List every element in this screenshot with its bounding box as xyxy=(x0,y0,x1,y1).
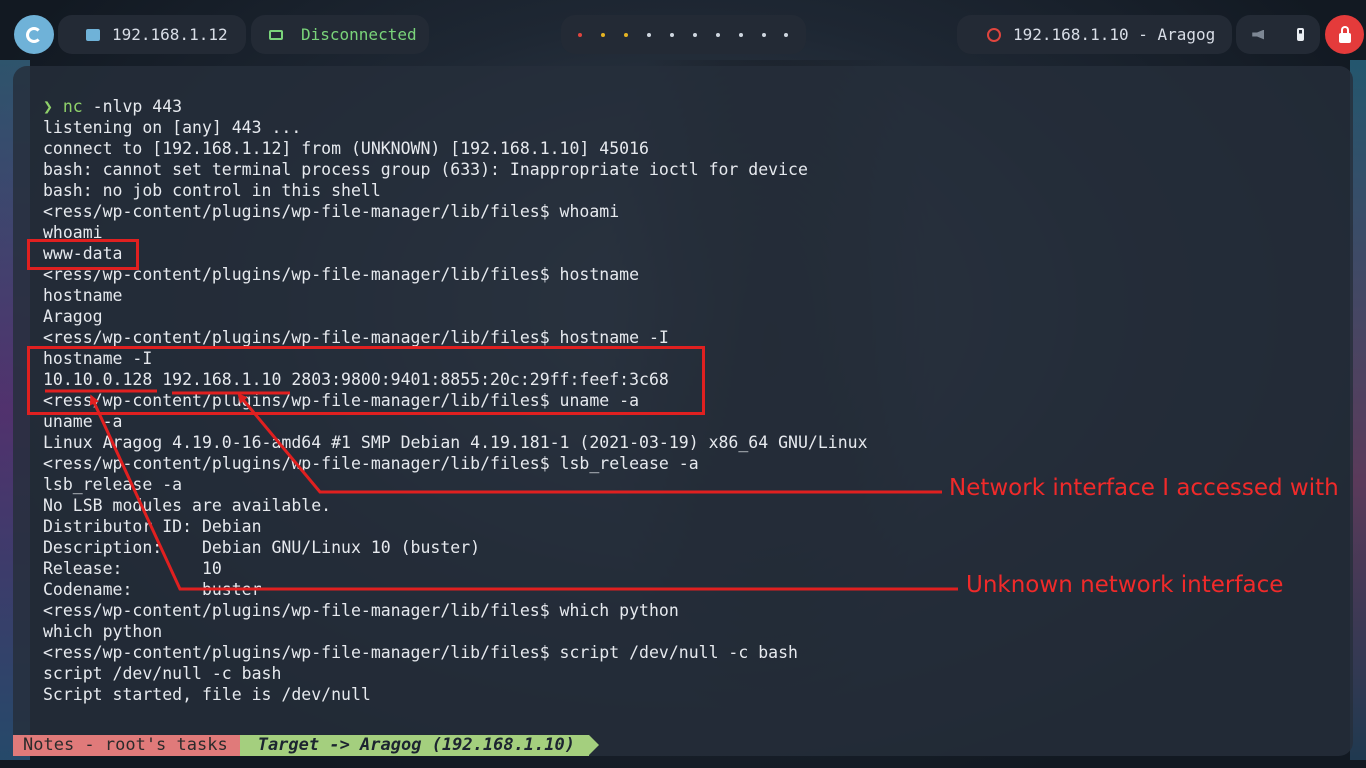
annotation-arrows xyxy=(45,389,958,591)
arrow-accessed-interface xyxy=(237,392,942,494)
annotation-accessed-label: Network interface I accessed with xyxy=(949,475,1339,501)
tab-notes[interactable]: Notes - root's tasks xyxy=(13,735,250,756)
tmux-statusbar: Notes - root's tasks Target -> Aragog (1… xyxy=(13,735,600,756)
annotation-unknown-label: Unknown network interface xyxy=(966,572,1284,598)
tab-target[interactable]: Target -> Aragog (192.168.1.10) xyxy=(239,735,600,756)
